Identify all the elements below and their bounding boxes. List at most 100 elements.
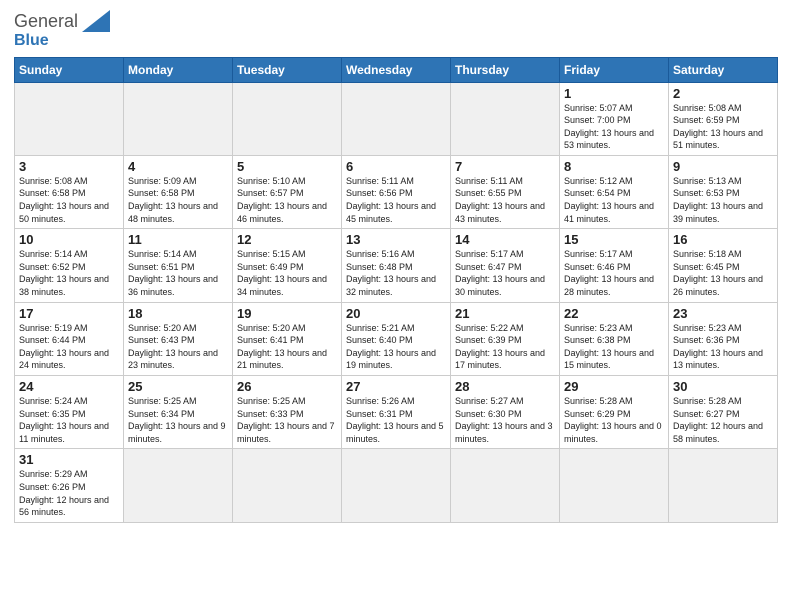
calendar-week-row: 3Sunrise: 5:08 AM Sunset: 6:58 PM Daylig… <box>15 155 778 228</box>
day-number: 1 <box>564 86 664 101</box>
day-info: Sunrise: 5:19 AM Sunset: 6:44 PM Dayligh… <box>19 322 119 372</box>
day-number: 20 <box>346 306 446 321</box>
day-info: Sunrise: 5:11 AM Sunset: 6:55 PM Dayligh… <box>455 175 555 225</box>
day-info: Sunrise: 5:25 AM Sunset: 6:34 PM Dayligh… <box>128 395 228 445</box>
day-number: 17 <box>19 306 119 321</box>
logo: General Blue <box>14 10 110 51</box>
calendar-cell: 20Sunrise: 5:21 AM Sunset: 6:40 PM Dayli… <box>342 302 451 375</box>
calendar-cell: 7Sunrise: 5:11 AM Sunset: 6:55 PM Daylig… <box>451 155 560 228</box>
day-number: 8 <box>564 159 664 174</box>
day-info: Sunrise: 5:12 AM Sunset: 6:54 PM Dayligh… <box>564 175 664 225</box>
day-number: 9 <box>673 159 773 174</box>
calendar-cell <box>451 449 560 522</box>
day-info: Sunrise: 5:07 AM Sunset: 7:00 PM Dayligh… <box>564 102 664 152</box>
weekday-header-saturday: Saturday <box>669 57 778 82</box>
day-number: 4 <box>128 159 228 174</box>
day-number: 11 <box>128 232 228 247</box>
weekday-header-row: SundayMondayTuesdayWednesdayThursdayFrid… <box>15 57 778 82</box>
day-number: 7 <box>455 159 555 174</box>
calendar-cell: 30Sunrise: 5:28 AM Sunset: 6:27 PM Dayli… <box>669 376 778 449</box>
day-info: Sunrise: 5:17 AM Sunset: 6:47 PM Dayligh… <box>455 248 555 298</box>
day-info: Sunrise: 5:20 AM Sunset: 6:43 PM Dayligh… <box>128 322 228 372</box>
day-number: 30 <box>673 379 773 394</box>
day-info: Sunrise: 5:28 AM Sunset: 6:27 PM Dayligh… <box>673 395 773 445</box>
day-info: Sunrise: 5:08 AM Sunset: 6:59 PM Dayligh… <box>673 102 773 152</box>
calendar-cell <box>451 82 560 155</box>
weekday-header-wednesday: Wednesday <box>342 57 451 82</box>
calendar-cell: 18Sunrise: 5:20 AM Sunset: 6:43 PM Dayli… <box>124 302 233 375</box>
calendar-week-row: 1Sunrise: 5:07 AM Sunset: 7:00 PM Daylig… <box>15 82 778 155</box>
calendar-cell: 21Sunrise: 5:22 AM Sunset: 6:39 PM Dayli… <box>451 302 560 375</box>
day-number: 16 <box>673 232 773 247</box>
calendar-cell: 11Sunrise: 5:14 AM Sunset: 6:51 PM Dayli… <box>124 229 233 302</box>
calendar-week-row: 31Sunrise: 5:29 AM Sunset: 6:26 PM Dayli… <box>15 449 778 522</box>
calendar-cell <box>342 82 451 155</box>
logo-blue: Blue <box>14 31 110 51</box>
day-number: 26 <box>237 379 337 394</box>
day-number: 2 <box>673 86 773 101</box>
day-number: 15 <box>564 232 664 247</box>
calendar-cell <box>669 449 778 522</box>
header: General Blue <box>14 10 778 51</box>
day-info: Sunrise: 5:26 AM Sunset: 6:31 PM Dayligh… <box>346 395 446 445</box>
calendar-cell: 8Sunrise: 5:12 AM Sunset: 6:54 PM Daylig… <box>560 155 669 228</box>
weekday-header-thursday: Thursday <box>451 57 560 82</box>
calendar-cell: 12Sunrise: 5:15 AM Sunset: 6:49 PM Dayli… <box>233 229 342 302</box>
calendar-cell <box>342 449 451 522</box>
calendar-week-row: 10Sunrise: 5:14 AM Sunset: 6:52 PM Dayli… <box>15 229 778 302</box>
calendar-cell: 31Sunrise: 5:29 AM Sunset: 6:26 PM Dayli… <box>15 449 124 522</box>
day-number: 24 <box>19 379 119 394</box>
day-number: 13 <box>346 232 446 247</box>
calendar-week-row: 17Sunrise: 5:19 AM Sunset: 6:44 PM Dayli… <box>15 302 778 375</box>
day-info: Sunrise: 5:18 AM Sunset: 6:45 PM Dayligh… <box>673 248 773 298</box>
day-number: 6 <box>346 159 446 174</box>
day-number: 25 <box>128 379 228 394</box>
day-number: 14 <box>455 232 555 247</box>
calendar-cell <box>15 82 124 155</box>
day-number: 5 <box>237 159 337 174</box>
calendar-table: SundayMondayTuesdayWednesdayThursdayFrid… <box>14 57 778 523</box>
weekday-header-sunday: Sunday <box>15 57 124 82</box>
calendar-cell: 15Sunrise: 5:17 AM Sunset: 6:46 PM Dayli… <box>560 229 669 302</box>
calendar-cell: 19Sunrise: 5:20 AM Sunset: 6:41 PM Dayli… <box>233 302 342 375</box>
day-info: Sunrise: 5:15 AM Sunset: 6:49 PM Dayligh… <box>237 248 337 298</box>
calendar-cell: 4Sunrise: 5:09 AM Sunset: 6:58 PM Daylig… <box>124 155 233 228</box>
day-info: Sunrise: 5:20 AM Sunset: 6:41 PM Dayligh… <box>237 322 337 372</box>
day-info: Sunrise: 5:14 AM Sunset: 6:51 PM Dayligh… <box>128 248 228 298</box>
weekday-header-tuesday: Tuesday <box>233 57 342 82</box>
day-number: 27 <box>346 379 446 394</box>
day-number: 31 <box>19 452 119 467</box>
day-info: Sunrise: 5:21 AM Sunset: 6:40 PM Dayligh… <box>346 322 446 372</box>
day-number: 23 <box>673 306 773 321</box>
day-number: 29 <box>564 379 664 394</box>
day-info: Sunrise: 5:10 AM Sunset: 6:57 PM Dayligh… <box>237 175 337 225</box>
logo-general: General <box>14 10 78 33</box>
day-info: Sunrise: 5:23 AM Sunset: 6:36 PM Dayligh… <box>673 322 773 372</box>
calendar-cell: 1Sunrise: 5:07 AM Sunset: 7:00 PM Daylig… <box>560 82 669 155</box>
calendar-cell: 27Sunrise: 5:26 AM Sunset: 6:31 PM Dayli… <box>342 376 451 449</box>
day-number: 28 <box>455 379 555 394</box>
calendar-cell <box>233 449 342 522</box>
calendar-week-row: 24Sunrise: 5:24 AM Sunset: 6:35 PM Dayli… <box>15 376 778 449</box>
day-info: Sunrise: 5:24 AM Sunset: 6:35 PM Dayligh… <box>19 395 119 445</box>
day-info: Sunrise: 5:29 AM Sunset: 6:26 PM Dayligh… <box>19 468 119 518</box>
day-info: Sunrise: 5:11 AM Sunset: 6:56 PM Dayligh… <box>346 175 446 225</box>
weekday-header-friday: Friday <box>560 57 669 82</box>
calendar-cell: 23Sunrise: 5:23 AM Sunset: 6:36 PM Dayli… <box>669 302 778 375</box>
calendar-cell <box>124 82 233 155</box>
day-info: Sunrise: 5:28 AM Sunset: 6:29 PM Dayligh… <box>564 395 664 445</box>
calendar-cell: 14Sunrise: 5:17 AM Sunset: 6:47 PM Dayli… <box>451 229 560 302</box>
calendar-cell: 29Sunrise: 5:28 AM Sunset: 6:29 PM Dayli… <box>560 376 669 449</box>
day-info: Sunrise: 5:14 AM Sunset: 6:52 PM Dayligh… <box>19 248 119 298</box>
day-info: Sunrise: 5:25 AM Sunset: 6:33 PM Dayligh… <box>237 395 337 445</box>
calendar-cell: 10Sunrise: 5:14 AM Sunset: 6:52 PM Dayli… <box>15 229 124 302</box>
day-info: Sunrise: 5:08 AM Sunset: 6:58 PM Dayligh… <box>19 175 119 225</box>
calendar-cell: 9Sunrise: 5:13 AM Sunset: 6:53 PM Daylig… <box>669 155 778 228</box>
calendar-cell: 6Sunrise: 5:11 AM Sunset: 6:56 PM Daylig… <box>342 155 451 228</box>
calendar-cell: 22Sunrise: 5:23 AM Sunset: 6:38 PM Dayli… <box>560 302 669 375</box>
calendar-cell: 26Sunrise: 5:25 AM Sunset: 6:33 PM Dayli… <box>233 376 342 449</box>
calendar-cell: 13Sunrise: 5:16 AM Sunset: 6:48 PM Dayli… <box>342 229 451 302</box>
day-number: 18 <box>128 306 228 321</box>
calendar-cell: 5Sunrise: 5:10 AM Sunset: 6:57 PM Daylig… <box>233 155 342 228</box>
calendar-cell: 2Sunrise: 5:08 AM Sunset: 6:59 PM Daylig… <box>669 82 778 155</box>
